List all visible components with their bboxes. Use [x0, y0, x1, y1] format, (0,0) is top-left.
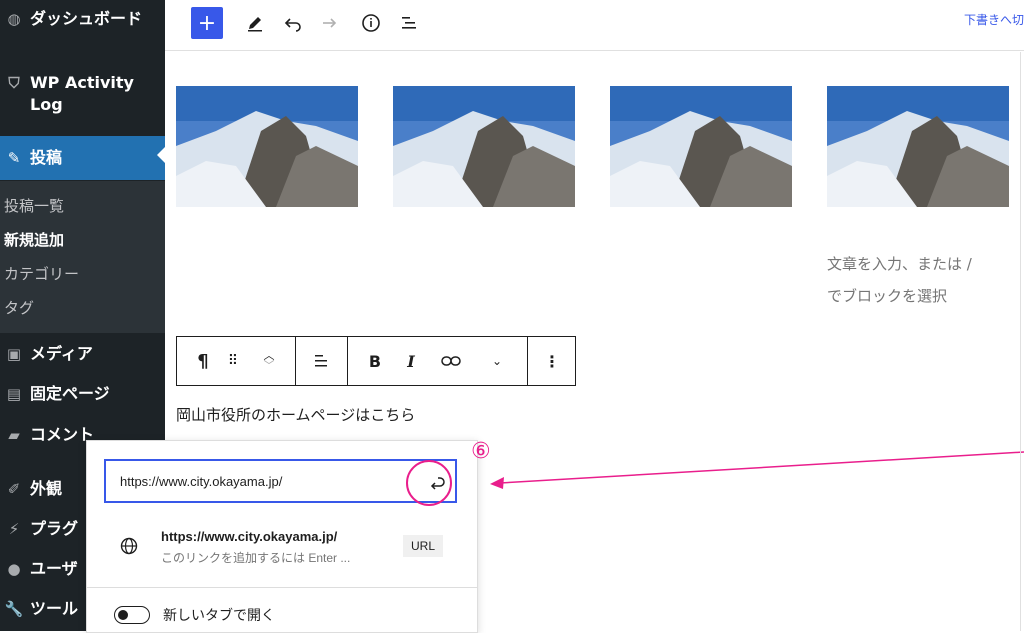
mountain-image	[176, 86, 358, 207]
undo-button[interactable]	[277, 7, 309, 39]
url-input[interactable]	[104, 459, 457, 503]
sidebar-item-label: コメント	[30, 425, 95, 444]
chevron-down-icon: ⌄	[491, 354, 503, 368]
suggestion-type-badge: URL	[403, 535, 444, 557]
sidebar-item-label: メディア	[30, 344, 93, 363]
more-vertical-icon: ⋮	[544, 351, 560, 371]
new-tab-toggle[interactable]	[114, 606, 150, 624]
sidebar-item-label: ユーザ	[30, 559, 78, 578]
comment-icon: ▰	[8, 426, 20, 444]
shield-icon: ⛉	[8, 74, 20, 92]
block-toolbar: ¶ ⠿ ︿ ﹀ B I ⌄ ⋮	[176, 336, 576, 386]
toolbar-divider	[295, 337, 296, 385]
sidebar-item-activity-log[interactable]: ⛉ WP Activity Log	[0, 72, 165, 116]
sidebar-item-dashboard[interactable]: ◍ ダッシュボード	[0, 8, 165, 30]
gallery-image[interactable]	[176, 86, 358, 207]
link-button[interactable]	[435, 337, 467, 385]
toolbar-divider	[347, 337, 348, 385]
submenu-tags[interactable]: タグ	[4, 297, 34, 318]
sidebar-item-posts[interactable]: ✎ 投稿	[0, 136, 165, 180]
submenu-categories[interactable]: カテゴリー	[4, 263, 79, 284]
move-up-down-button[interactable]: ︿ ﹀	[257, 337, 281, 385]
toolbar-divider	[527, 337, 528, 385]
gallery-image[interactable]	[393, 86, 575, 207]
undo-icon	[284, 18, 301, 32]
block-type-button[interactable]: ¶	[191, 337, 215, 385]
plugin-icon: ⚡	[8, 520, 20, 538]
paragraph-block[interactable]: 岡山市役所のホームページはこちら	[176, 404, 415, 425]
suggestion-title: https://www.city.okayama.jp/	[161, 529, 338, 544]
sidebar-item-media[interactable]: ▣ メディア	[0, 343, 165, 365]
sidebar-item-label: 外観	[30, 479, 63, 498]
sidebar-item-label: WP Activity Log	[30, 73, 134, 114]
block-options-button[interactable]: ⋮	[537, 337, 567, 385]
new-tab-toggle-label: 新しいタブで開く	[163, 608, 275, 624]
media-icon: ▣	[6, 345, 22, 363]
pencil-icon	[248, 17, 262, 32]
block-placeholder-line2: でブロックを選択	[827, 287, 948, 305]
edit-tool-button[interactable]	[239, 7, 271, 39]
bold-button[interactable]: B	[361, 337, 389, 385]
chevron-down-icon: ﹀	[263, 359, 275, 372]
scroll-edge	[1020, 52, 1021, 631]
align-left-icon	[315, 355, 327, 367]
gallery-image[interactable]	[610, 86, 792, 207]
user-icon: ●	[7, 560, 21, 578]
add-block-button[interactable]: +	[191, 7, 223, 39]
globe-icon	[120, 537, 138, 555]
popover-divider	[87, 587, 477, 588]
sidebar-item-label: 投稿	[30, 148, 63, 167]
mountain-image	[610, 86, 792, 207]
list-view-icon	[402, 17, 416, 29]
suggestion-subtitle: このリンクを追加するには Enter ...	[161, 551, 351, 565]
redo-icon	[323, 18, 337, 28]
sidebar-item-label: 固定ページ	[30, 384, 110, 403]
align-button[interactable]	[305, 337, 337, 385]
editor-top-toolbar: + 下書きへ切	[165, 0, 1024, 51]
step-number-annotation: ⑥	[471, 439, 491, 464]
redo-button[interactable]	[312, 7, 344, 39]
details-button[interactable]	[355, 7, 387, 39]
mountain-image	[393, 86, 575, 207]
dashboard-icon: ◍	[7, 10, 21, 28]
info-icon	[362, 14, 380, 32]
submenu-all-posts[interactable]: 投稿一覧	[4, 195, 64, 216]
submenu-add-new[interactable]: 新規追加	[4, 229, 64, 250]
save-draft-link[interactable]: 下書きへ切	[964, 11, 1024, 28]
more-formats-button[interactable]: ⌄	[483, 337, 511, 385]
block-placeholder-line1[interactable]: 文章を入力、または /	[827, 253, 972, 274]
list-view-button[interactable]	[393, 7, 425, 39]
drag-handle-icon[interactable]: ⠿	[223, 337, 243, 385]
sidebar-item-label: プラグ	[30, 519, 79, 538]
sidebar-item-label: ツール	[30, 599, 79, 618]
link-suggestion[interactable]: https://www.city.okayama.jp/ このリンクを追加するに…	[104, 521, 457, 581]
mountain-image	[827, 86, 1009, 207]
posts-submenu: 投稿一覧 新規追加 カテゴリー タグ	[0, 181, 165, 333]
gallery-image[interactable]	[827, 86, 1009, 207]
sidebar-item-label: ダッシュボード	[30, 9, 143, 28]
italic-button[interactable]: I	[399, 337, 423, 385]
pin-icon: ✎	[7, 149, 21, 167]
wrench-icon: 🔧	[4, 600, 24, 618]
page-icon: ▤	[6, 385, 22, 403]
link-icon	[441, 356, 461, 366]
brush-icon: ✐	[7, 480, 21, 498]
sidebar-item-pages[interactable]: ▤ 固定ページ	[0, 383, 165, 405]
highlight-circle-annotation	[406, 460, 452, 506]
